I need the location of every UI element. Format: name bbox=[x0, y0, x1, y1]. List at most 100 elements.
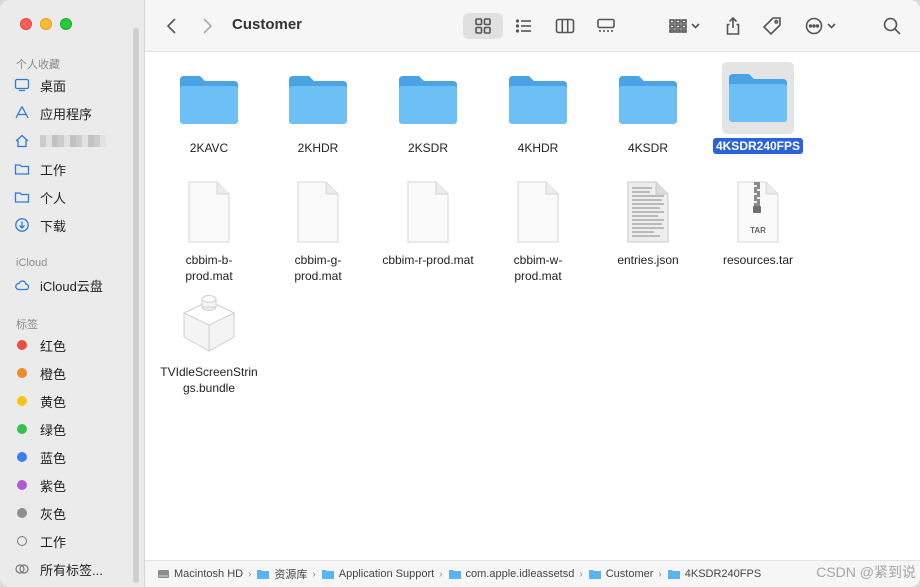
share-icon bbox=[726, 16, 740, 35]
bundle-icon bbox=[182, 295, 236, 352]
list-view-button[interactable] bbox=[507, 13, 541, 39]
finder-window: 个人收藏 桌面 应用程序 工作 个人 下载 iCloud iCloud云盘 标签… bbox=[0, 0, 920, 587]
sidebar-item-label: 桌面 bbox=[40, 78, 67, 94]
sidebar-tag-yellow[interactable]: 黄色 bbox=[12, 389, 132, 413]
tags-section-title: 标签 bbox=[16, 319, 38, 331]
disk-icon bbox=[157, 568, 170, 580]
green-tag-dot bbox=[17, 424, 27, 434]
icon-view-button[interactable] bbox=[463, 13, 503, 39]
sidebar-item-desktop[interactable]: 桌面 bbox=[12, 73, 132, 97]
sidebar-tag-work[interactable]: 工作 bbox=[12, 529, 132, 553]
path-crumb-customer[interactable]: Customer bbox=[588, 568, 654, 580]
file-item-folder[interactable]: 2KAVC bbox=[154, 64, 264, 156]
file-name: cbbim-w-prod.mat bbox=[513, 253, 563, 283]
obscured-username bbox=[40, 135, 106, 147]
all-tags-icon bbox=[12, 561, 32, 577]
sidebar-tag-green[interactable]: 绿色 bbox=[12, 417, 132, 441]
folder-icon bbox=[321, 568, 335, 580]
path-crumb-label: Customer bbox=[605, 568, 654, 580]
file-name: entries.json bbox=[617, 253, 679, 267]
close-window-button[interactable] bbox=[20, 18, 32, 30]
file-item-tar[interactable]: TAR resources.tar bbox=[703, 176, 813, 268]
gallery-icon bbox=[597, 18, 615, 32]
chevron-left-icon bbox=[166, 18, 176, 34]
file-item-folder[interactable]: 4KSDR bbox=[593, 64, 703, 156]
file-item-document[interactable]: cbbim-w-prod.mat bbox=[483, 176, 593, 284]
zoom-window-button[interactable] bbox=[60, 18, 72, 30]
path-crumb-4ksdr240fps[interactable]: 4KSDR240FPS bbox=[667, 568, 761, 580]
chevron-right-icon: › bbox=[439, 568, 443, 580]
chevron-right-icon bbox=[203, 18, 213, 34]
more-actions-button[interactable] bbox=[801, 13, 841, 39]
minimize-window-button[interactable] bbox=[40, 18, 52, 30]
document-icon bbox=[407, 181, 449, 243]
file-item-folder[interactable]: 4KHDR bbox=[483, 64, 593, 156]
file-item-document[interactable]: cbbim-r-prod.mat bbox=[373, 176, 483, 268]
folder-icon bbox=[256, 568, 270, 580]
path-crumb-macintosh-hd[interactable]: Macintosh HD bbox=[157, 568, 243, 580]
json-document-icon bbox=[627, 181, 669, 243]
file-item-document[interactable]: cbbim-b-prod.mat bbox=[154, 176, 264, 284]
sidebar-item-downloads[interactable]: 下载 bbox=[12, 213, 132, 237]
sidebar-scrollbar[interactable] bbox=[133, 28, 139, 583]
purple-tag-dot bbox=[17, 480, 27, 490]
gallery-view-button[interactable] bbox=[589, 13, 623, 39]
folder-icon bbox=[588, 568, 602, 580]
sidebar-tag-orange[interactable]: 橙色 bbox=[12, 361, 132, 385]
sidebar-item-label: 工作 bbox=[40, 534, 67, 550]
work-tag-dot bbox=[17, 536, 27, 546]
file-name: resources.tar bbox=[722, 253, 794, 267]
file-browser: 2KAVC 2KHDR 2KSDR 4KHDR 4KSDR 4KSDR240FP… bbox=[145, 52, 920, 560]
sidebar-item-work[interactable]: 工作 bbox=[12, 157, 132, 181]
sidebar-item-label: 蓝色 bbox=[40, 450, 67, 466]
path-crumb-label: 4KSDR240FPS bbox=[684, 568, 762, 580]
column-view-button[interactable] bbox=[548, 13, 582, 39]
folder-icon bbox=[180, 76, 238, 124]
group-button[interactable] bbox=[665, 13, 705, 39]
sidebar-item-home[interactable] bbox=[12, 129, 132, 153]
path-crumb-library[interactable]: 资源库 bbox=[256, 566, 307, 582]
file-item-document[interactable]: cbbim-g-prod.mat bbox=[263, 176, 373, 284]
path-crumb-application-support[interactable]: Application Support bbox=[321, 568, 434, 580]
tag-button[interactable] bbox=[757, 13, 787, 39]
folder-icon bbox=[667, 568, 681, 580]
sidebar-item-icloud-drive[interactable]: iCloud云盘 bbox=[12, 273, 132, 297]
sidebar-item-applications[interactable]: 应用程序 bbox=[12, 101, 132, 125]
sidebar-tag-blue[interactable]: 蓝色 bbox=[12, 445, 132, 469]
file-item-json[interactable]: entries.json bbox=[593, 176, 703, 268]
folder-icon bbox=[12, 189, 32, 205]
file-item-folder[interactable]: 2KSDR bbox=[373, 64, 483, 156]
file-item-bundle[interactable]: TVIdleScreenStrings.bundle bbox=[154, 288, 264, 396]
sidebar-tag-red[interactable]: 红色 bbox=[12, 333, 132, 357]
path-crumb-label: com.apple.idleassetsd bbox=[465, 568, 575, 580]
path-bar: Macintosh HD › 资源库 › Application Support… bbox=[145, 560, 920, 587]
search-button[interactable] bbox=[878, 13, 906, 39]
tar-badge: TAR bbox=[750, 226, 766, 235]
folder-icon bbox=[448, 568, 462, 580]
path-crumb-label: Macintosh HD bbox=[174, 568, 244, 580]
sidebar-all-tags[interactable]: 所有标签... bbox=[12, 557, 132, 581]
sidebar-item-personal[interactable]: 个人 bbox=[12, 185, 132, 209]
sidebar-tag-gray[interactable]: 灰色 bbox=[12, 501, 132, 525]
file-name: 4KSDR bbox=[627, 141, 668, 155]
sidebar-tag-purple[interactable]: 紫色 bbox=[12, 473, 132, 497]
watermark: CSDN @紧到说 bbox=[816, 564, 916, 580]
sidebar-item-label: iCloud云盘 bbox=[40, 278, 103, 294]
file-name: 2KSDR bbox=[407, 141, 448, 155]
folder-icon bbox=[729, 74, 787, 122]
sidebar-item-label: 橙色 bbox=[40, 366, 67, 382]
share-button[interactable] bbox=[719, 13, 747, 39]
orange-tag-dot bbox=[17, 368, 27, 378]
sidebar: 个人收藏 桌面 应用程序 工作 个人 下载 iCloud iCloud云盘 标签… bbox=[0, 0, 145, 587]
file-item-folder[interactable]: 2KHDR bbox=[263, 64, 373, 156]
more-icon bbox=[805, 17, 836, 35]
forward-button[interactable] bbox=[194, 13, 220, 39]
chevron-right-icon: › bbox=[658, 568, 662, 580]
back-button[interactable] bbox=[159, 13, 185, 39]
chevron-right-icon: › bbox=[248, 568, 252, 580]
file-item-folder-selected[interactable]: 4KSDR240FPS bbox=[703, 62, 813, 154]
folder-icon bbox=[619, 76, 677, 124]
path-crumb-idleassetsd[interactable]: com.apple.idleassetsd bbox=[448, 568, 575, 580]
group-icon bbox=[669, 19, 700, 33]
yellow-tag-dot bbox=[17, 396, 27, 406]
